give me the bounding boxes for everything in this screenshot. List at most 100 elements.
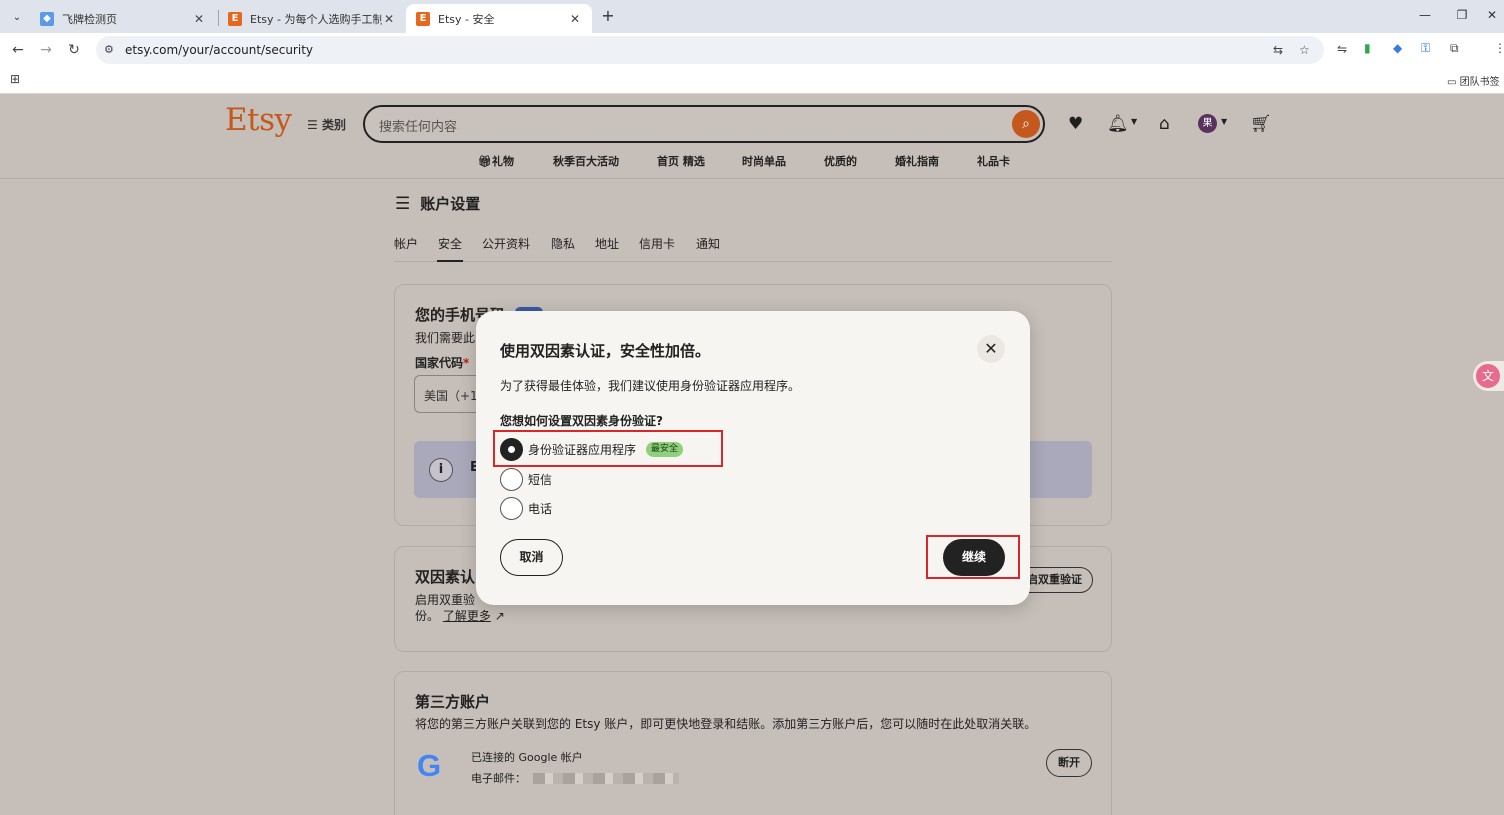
url-text[interactable]: etsy.com/your/account/security	[125, 43, 313, 57]
email-label: 电子邮件：	[471, 772, 526, 785]
notifications-bell-icon[interactable]: 🔔︎	[1107, 114, 1129, 134]
browser-toolbar: ← → ↻ ⚙ etsy.com/your/account/security ⇆…	[0, 33, 1504, 67]
shield-extension-icon[interactable]: ◆	[1393, 41, 1402, 55]
card-title: 第三方账户	[415, 693, 491, 711]
google-account-label: 已连接的 Google 帐户	[471, 751, 583, 764]
translate-icon[interactable]: ⇆	[1273, 43, 1283, 57]
puzzle-extensions-icon[interactable]: ⧉	[1450, 41, 1459, 56]
reload-icon[interactable]: ↻	[65, 41, 83, 59]
external-link-icon: ↗	[494, 609, 505, 623]
tab-search-chevron-icon[interactable]: ⌄	[7, 7, 27, 27]
bookmark-folder[interactable]: ▭ 团队书签	[1447, 73, 1500, 88]
dialog-subtitle: 为了获得最佳体验，我们建议使用身份验证器应用程序。	[500, 379, 801, 393]
signal-bars-extension-icon[interactable]: ▮	[1364, 41, 1371, 55]
tab-title: Etsy - 安全	[438, 12, 495, 26]
etsy-favicon-icon: E	[416, 11, 430, 26]
disconnect-button[interactable]: 断开	[1046, 749, 1092, 777]
nav-fashion[interactable]: 时尚单品	[742, 153, 786, 169]
gift-icon: 🎁︎	[478, 155, 492, 168]
tab-privacy[interactable]: 隐私	[551, 235, 575, 252]
browser-tab-bar: ⌄ ◆ 飞牌检测页 ✕ E Etsy - 为每个人选购手工制作... ✕ E E…	[0, 0, 1504, 33]
setup-method-question: 您想如何设置双因素身份验证?	[500, 414, 663, 428]
nav-gifts[interactable]: 🎁︎礼物	[478, 153, 514, 169]
nav-wedding-guide[interactable]: 婚礼指南	[895, 153, 939, 169]
learn-more-link[interactable]: 了解更多	[443, 609, 491, 623]
favorites-heart-icon[interactable]: ♥	[1068, 114, 1083, 134]
tab-security[interactable]: 安全	[438, 235, 462, 252]
avatar[interactable]: 果	[1198, 114, 1217, 133]
tab-title: 飞牌检测页	[62, 12, 117, 26]
browser-tab-2[interactable]: E Etsy - 为每个人选购手工制作... ✕	[218, 4, 406, 33]
tab-title: Etsy - 为每个人选购手工制作...	[250, 12, 382, 26]
etsy-logo[interactable]: Etsy	[225, 102, 292, 138]
tab-credit-cards[interactable]: 信用卡	[639, 235, 675, 252]
menu-icon[interactable]: ☰	[395, 194, 410, 214]
new-tab-button[interactable]: +	[599, 7, 617, 25]
hamburger-icon: ☰	[307, 118, 318, 132]
search-placeholder: 搜索任何内容	[379, 120, 458, 135]
restore-icon[interactable]: ❐	[1455, 8, 1469, 22]
cancel-button[interactable]: 取消	[500, 539, 563, 576]
country-code-label: 国家代码*	[415, 354, 469, 371]
categories-label: 类别	[321, 118, 346, 132]
chevron-down-icon[interactable]: ▼	[1131, 117, 1137, 126]
tab-close-icon[interactable]: ✕	[568, 12, 582, 26]
bookmarks-bar: ⊞ ▭ 团队书签	[0, 67, 1504, 94]
shop-icon[interactable]: ⌂	[1159, 114, 1170, 134]
back-icon[interactable]: ←	[9, 41, 27, 59]
forward-icon[interactable]: →	[37, 41, 55, 59]
browser-menu-icon[interactable]: ⋮	[1494, 41, 1504, 55]
third-party-accounts-card: 第三方账户 将您的第三方账户关联到您的 Etsy 账户，即可更快地登录和结账。添…	[394, 671, 1112, 815]
floating-translate-widget[interactable]: 文	[1473, 361, 1504, 391]
tab-notifications[interactable]: 通知	[696, 235, 720, 252]
translate-widget-icon: 文	[1476, 364, 1500, 388]
browser-tab-3-active[interactable]: E Etsy - 安全 ✕	[406, 4, 592, 33]
card-description-line2: 份。 了解更多 ↗	[415, 607, 505, 624]
option-sms[interactable]: 短信	[500, 467, 552, 491]
chevron-down-icon[interactable]: ▼	[1221, 117, 1227, 126]
card-description: 将您的第三方账户关联到您的 Etsy 账户，即可更快地登录和结账。添加第三方账户…	[415, 717, 1037, 731]
close-icon[interactable]: ✕	[977, 335, 1005, 363]
card-description: 我们需要此	[415, 331, 476, 345]
minimize-icon[interactable]: —	[1418, 8, 1432, 22]
tab-close-icon[interactable]: ✕	[192, 12, 206, 26]
bookmark-star-icon[interactable]: ☆	[1299, 43, 1310, 57]
tab-public-profile[interactable]: 公开资料	[482, 235, 530, 252]
search-input[interactable]: 搜索任何内容 ⌕	[363, 105, 1045, 143]
nav-label: 礼物	[491, 155, 514, 168]
address-bar[interactable]: ⚙ etsy.com/your/account/security ⇆ ☆	[96, 36, 1324, 64]
search-icon[interactable]: ⌕	[1012, 110, 1040, 138]
radio-unselected[interactable]	[500, 496, 523, 520]
nav-fall-sale[interactable]: 秋季百大活动	[553, 153, 619, 169]
tab-close-icon[interactable]: ✕	[382, 12, 396, 26]
nav-premium[interactable]: 优质的	[824, 153, 857, 169]
redacted-email	[533, 773, 679, 784]
tab-account[interactable]: 帐户	[394, 235, 418, 252]
categories-button[interactable]: ☰ 类别	[307, 116, 346, 133]
two-factor-setup-dialog: 使用双因素认证，安全性加倍。 ✕ 为了获得最佳体验，我们建议使用身份验证器应用程…	[476, 311, 1030, 605]
extension-sync-icon[interactable]: ⇋	[1337, 42, 1347, 56]
radio-unselected[interactable]	[500, 467, 523, 491]
country-code-text: 国家代码	[415, 356, 464, 370]
google-logo-icon: G	[417, 748, 442, 783]
page-title: ☰ 账户设置	[395, 193, 480, 214]
site-info-icon[interactable]: ⚙	[104, 43, 114, 56]
dialog-title: 使用双因素认证，安全性加倍。	[500, 342, 711, 360]
nav-gift-cards[interactable]: 礼品卡	[977, 153, 1010, 169]
browser-tab-1[interactable]: ◆ 飞牌检测页 ✕	[30, 4, 216, 33]
close-window-icon[interactable]: ✕	[1485, 8, 1499, 22]
header-divider	[0, 178, 1504, 179]
tab-addresses[interactable]: 地址	[595, 235, 619, 252]
option-label: 短信	[528, 472, 553, 487]
nav-home-picks[interactable]: 首页 精选	[657, 153, 705, 169]
folder-icon: ▭	[1447, 77, 1457, 88]
info-icon: i	[429, 458, 453, 482]
country-code-value: 美国（+1	[424, 389, 478, 403]
option-phone-call[interactable]: 电话	[500, 496, 552, 520]
apps-grid-icon[interactable]: ⊞	[10, 72, 20, 86]
card-description: 启用双重验	[415, 593, 476, 607]
cart-icon[interactable]: 🛒︎	[1250, 114, 1272, 134]
key-extension-icon[interactable]: ⚿	[1421, 41, 1430, 56]
etsy-favicon-icon: E	[228, 11, 242, 26]
shield-favicon-icon: ◆	[40, 11, 54, 26]
